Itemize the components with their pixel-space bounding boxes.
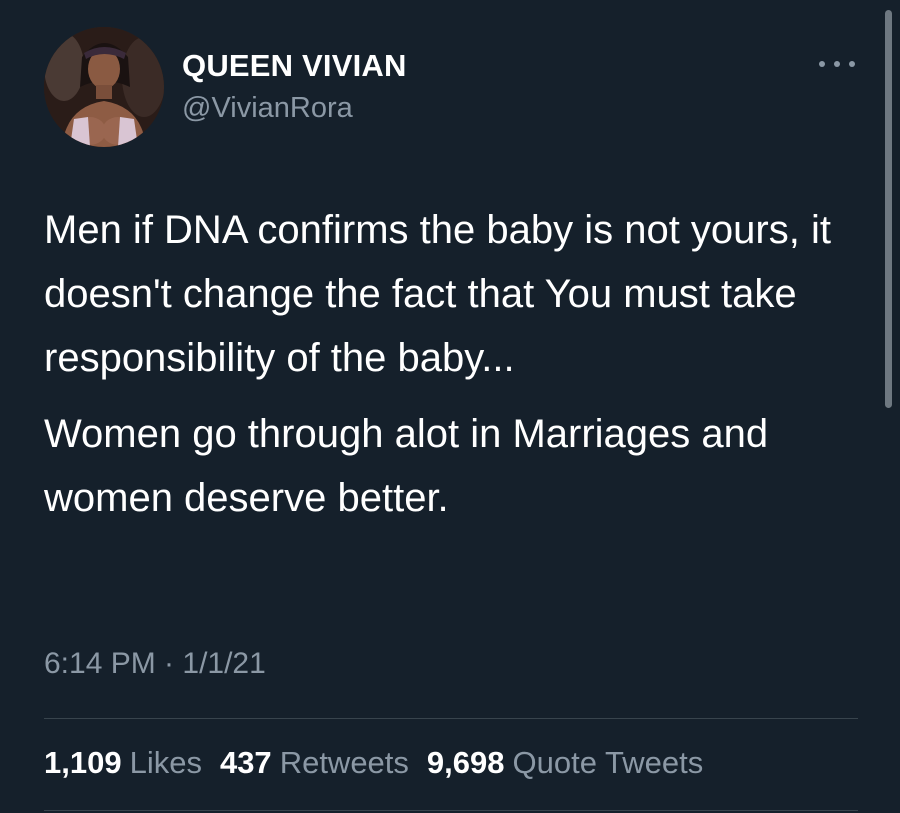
likes-label: Likes <box>129 745 202 780</box>
tweet-timestamp[interactable]: 6:14 PM · 1/1/21 <box>44 647 266 681</box>
tweet-paragraph: Women go through alot in Marriages and w… <box>44 412 769 520</box>
tweet-detail: QUEEN VIVIAN @VivianRora Men if DNA conf… <box>0 0 900 813</box>
tweet-paragraph: Men if DNA confirms the baby is not your… <box>44 208 831 380</box>
tweet-text: Men if DNA confirms the baby is not your… <box>44 198 859 530</box>
more-options-icon[interactable] <box>817 52 857 76</box>
likes-stat[interactable]: 1,109 Likes <box>44 745 202 781</box>
user-handle[interactable]: @VivianRora <box>182 92 353 125</box>
quote-tweets-label: Quote Tweets <box>512 745 704 780</box>
engagement-stats: 1,109 Likes 437 Retweets 9,698 Quote Tweets <box>44 745 703 781</box>
scrollbar[interactable] <box>885 10 892 408</box>
display-name[interactable]: QUEEN VIVIAN <box>182 48 407 84</box>
retweets-stat[interactable]: 437 Retweets <box>220 745 409 781</box>
likes-count: 1,109 <box>44 745 122 780</box>
quote-tweets-count: 9,698 <box>426 745 505 780</box>
dot <box>819 61 825 67</box>
divider <box>44 718 858 719</box>
divider <box>44 810 858 811</box>
avatar[interactable] <box>44 27 164 147</box>
dot <box>849 61 855 67</box>
retweets-label: Retweets <box>279 745 409 780</box>
dot <box>834 61 840 67</box>
retweets-count: 437 <box>219 745 272 780</box>
quote-tweets-stat[interactable]: 9,698 Quote Tweets <box>427 745 703 781</box>
avatar-photo <box>44 27 164 147</box>
